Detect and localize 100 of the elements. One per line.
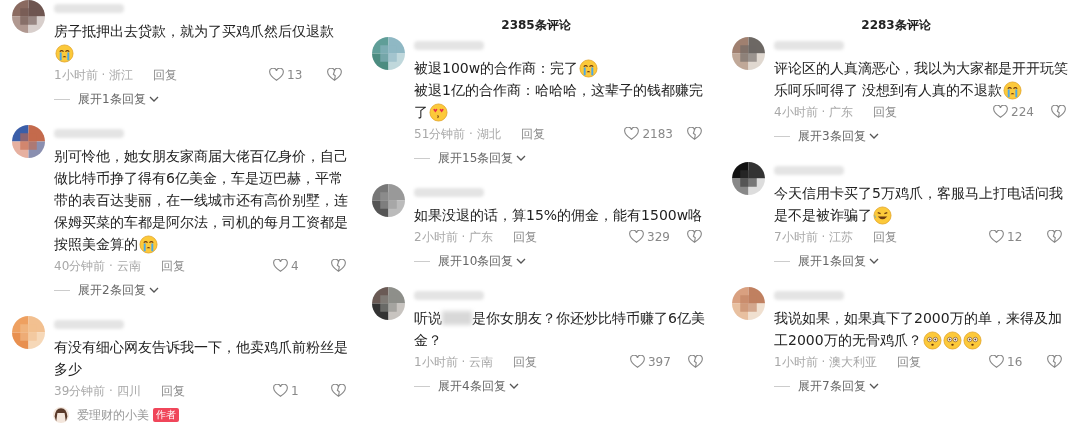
- broken-heart-icon[interactable]: [1047, 355, 1062, 369]
- expand-replies-link[interactable]: 展开1条回复: [798, 252, 866, 270]
- emoji-icon: [922, 330, 942, 350]
- reply-link[interactable]: 回复: [513, 353, 538, 371]
- heart-icon[interactable]: [629, 230, 644, 244]
- comment-count-title: 2385条评论: [500, 17, 572, 34]
- comment-text: 评论区的人真滴恶心，我以为大家都是开开玩笑: [774, 59, 1068, 78]
- emoji-icon: [139, 234, 158, 254]
- blurred-username: [414, 290, 484, 300]
- heart-icon[interactable]: [993, 105, 1008, 119]
- broken-heart-icon[interactable]: [1047, 230, 1062, 244]
- chevron-down-icon: [516, 258, 527, 264]
- avatar[interactable]: [372, 184, 405, 217]
- comment-text: 工2000万的无骨鸡爪？: [774, 331, 922, 350]
- avatar[interactable]: [12, 0, 45, 33]
- reply-link[interactable]: 回复: [873, 103, 898, 121]
- comment-text: 被退1亿的合作商：哈哈哈，这辈子的钱都赚完: [414, 81, 703, 100]
- comment-text: 带的表百达斐丽，在一线城市还有高价别墅，连: [54, 191, 348, 210]
- heart-icon[interactable]: [989, 230, 1004, 244]
- blurred-username: [414, 40, 484, 50]
- chevron-down-icon: [148, 96, 159, 102]
- avatar[interactable]: [53, 407, 69, 423]
- chevron-down-icon: [868, 133, 879, 139]
- comment-text: 是你女朋友？你还炒比特币赚了6亿美: [472, 309, 705, 328]
- reply-link[interactable]: 回复: [520, 125, 545, 143]
- like-count: 1: [291, 384, 299, 398]
- chevron-down-icon: [868, 383, 879, 389]
- comment-count-title: 2283条评论: [860, 17, 932, 34]
- blurred-username: [774, 40, 844, 50]
- emoji-icon: [962, 330, 982, 350]
- heart-icon[interactable]: [624, 127, 640, 141]
- broken-heart-icon[interactable]: [687, 230, 702, 244]
- time-location: 1小时前 · 浙江: [54, 66, 134, 84]
- broken-heart-icon[interactable]: [1051, 105, 1066, 119]
- heart-icon[interactable]: [269, 68, 284, 82]
- emoji-icon: [55, 43, 74, 63]
- broken-heart-icon[interactable]: [687, 355, 703, 369]
- emoji-icon: [942, 330, 962, 350]
- time-location: 51分钟前 · 湖北: [414, 125, 501, 143]
- reply-link[interactable]: 回复: [160, 257, 185, 275]
- like-count: 16: [1007, 355, 1023, 369]
- broken-heart-icon[interactable]: [331, 259, 346, 273]
- like-count: 13: [287, 68, 303, 82]
- expand-replies-link[interactable]: 展开15条回复: [438, 149, 514, 167]
- reply-link[interactable]: 回复: [513, 228, 538, 246]
- blurred-username: [414, 187, 484, 197]
- time-location: 39分钟前 · 四川: [54, 382, 141, 400]
- comment-text: 别可怜他，她女朋友家商届大佬百亿身价，自己: [54, 147, 348, 166]
- emoji-icon: [579, 58, 599, 78]
- comment-text: 保姆买菜的车都是阿尔法，司机的每月工资都是: [54, 213, 348, 232]
- time-location: 7小时前 · 江苏: [774, 228, 854, 246]
- comment-text: 听说: [414, 309, 442, 328]
- time-location: 1小时前 · 澳大利亚: [774, 353, 878, 371]
- comment-text: 被退100w的合作商：完了: [414, 59, 579, 78]
- avatar[interactable]: [732, 162, 765, 195]
- reply-link[interactable]: 回复: [873, 228, 898, 246]
- avatar[interactable]: [372, 287, 405, 320]
- comment-text: 有没有细心网友告诉我一下，他卖鸡爪前粉丝是: [54, 338, 348, 357]
- comment-text: 今天信用卡买了5万鸡爪，客服马上打电话问我: [774, 184, 1063, 203]
- comment-text: 我说如果，如果真下了2000万的单，来得及加: [774, 309, 1062, 328]
- emoji-icon: [1003, 80, 1023, 100]
- time-location: 40分钟前 · 云南: [54, 257, 141, 275]
- like-count: 4: [291, 259, 299, 273]
- comment-text: 多少: [54, 360, 82, 379]
- comment-text: 如果没退的话，算15%的佣金，能有1500w咯: [414, 206, 703, 225]
- expand-replies-link[interactable]: 展开7条回复: [798, 377, 866, 395]
- like-count: 397: [647, 355, 671, 369]
- like-count: 224: [1011, 105, 1034, 119]
- chevron-down-icon: [508, 383, 519, 389]
- broken-heart-icon[interactable]: [327, 68, 342, 82]
- expand-replies-link[interactable]: 展开2条回复: [78, 281, 146, 299]
- like-count: 2183: [642, 127, 673, 141]
- chevron-down-icon: [516, 155, 527, 161]
- like-count: 12: [1007, 230, 1023, 244]
- heart-icon[interactable]: [273, 384, 288, 398]
- blurred-username: [54, 128, 124, 138]
- comment-text: 金？: [414, 331, 442, 350]
- broken-heart-icon[interactable]: [331, 384, 346, 398]
- reply-link[interactable]: 回复: [153, 66, 178, 84]
- chevron-down-icon: [148, 287, 159, 293]
- author-badge: 作者: [153, 408, 179, 422]
- avatar[interactable]: [12, 125, 45, 158]
- heart-icon[interactable]: [989, 355, 1004, 369]
- reply-link[interactable]: 回复: [897, 353, 922, 371]
- broken-heart-icon[interactable]: [687, 127, 702, 141]
- reply-link[interactable]: 回复: [160, 382, 185, 400]
- time-location: 1小时前 · 云南: [414, 353, 494, 371]
- emoji-icon: [429, 102, 448, 122]
- heart-icon[interactable]: [629, 355, 645, 369]
- heart-icon[interactable]: [273, 259, 288, 273]
- comment-text: 房子抵押出去贷款，就为了买鸡爪然后仅退款: [54, 22, 334, 41]
- expand-replies-link[interactable]: 展开3条回复: [798, 127, 866, 145]
- comment-text: 按照美金算的: [54, 235, 138, 254]
- expand-replies-link[interactable]: 展开10条回复: [438, 252, 514, 270]
- chevron-down-icon: [868, 258, 879, 264]
- expand-replies-link[interactable]: 展开4条回复: [438, 377, 506, 395]
- blurred-username: [54, 3, 124, 13]
- blurred-username: [54, 319, 124, 329]
- expand-replies-link[interactable]: 展开1条回复: [78, 90, 146, 108]
- like-count: 329: [647, 230, 670, 244]
